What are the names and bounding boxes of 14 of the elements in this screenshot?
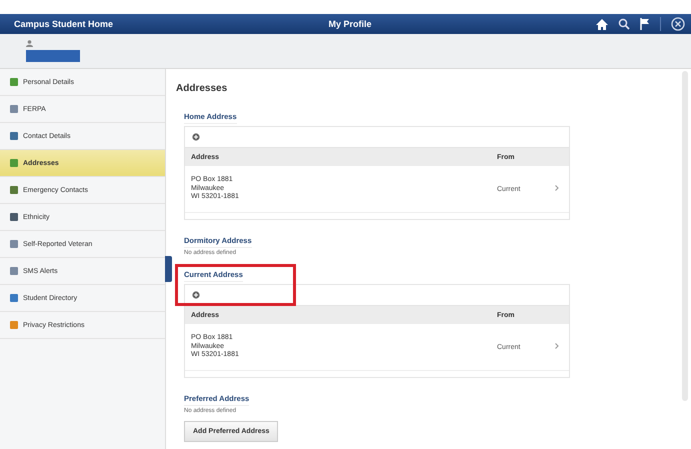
collapse-handle[interactable] — [165, 256, 172, 282]
section-heading: Addresses — [176, 83, 228, 94]
user-icon — [26, 40, 33, 47]
chevron-icon[interactable] — [555, 185, 559, 191]
search-icon[interactable] — [618, 18, 630, 30]
home-link[interactable]: Campus Student Home — [14, 19, 214, 29]
add-icon[interactable] — [192, 133, 200, 141]
redacted-name-bar — [26, 50, 80, 62]
add-icon[interactable] — [192, 291, 200, 299]
home-icon[interactable] — [596, 18, 608, 30]
flag-icon[interactable] — [640, 18, 650, 30]
chevron-icon[interactable] — [555, 343, 559, 349]
close-icon[interactable] — [671, 17, 685, 31]
page-title: My Profile — [327, 19, 372, 29]
